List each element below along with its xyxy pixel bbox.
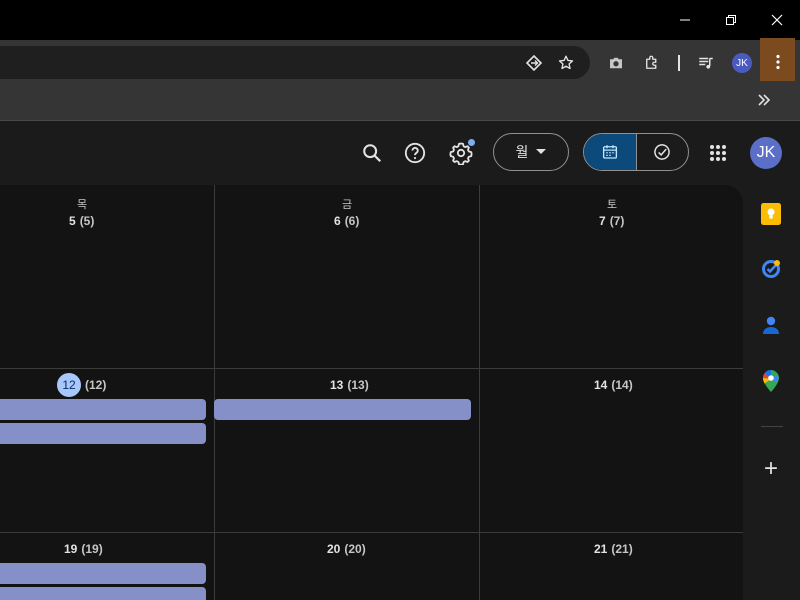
row-divider [0,368,743,369]
bookmarks-bar [0,81,800,121]
day-number: 13 [330,378,344,392]
camera-icon [610,57,622,69]
profile-initials: JK [736,57,748,69]
day-number: 20 [327,542,341,556]
address-bar[interactable] [0,46,590,79]
weekday-header: 토 [606,199,618,211]
maps-icon [763,370,779,392]
day-number: 19 [64,542,78,556]
playlist-music-icon [699,57,713,69]
lunar-date: (12) [85,378,107,392]
profile-avatar-button[interactable]: JK [732,53,752,73]
extensions-button[interactable] [640,52,664,74]
lunar-date: (21) [611,542,633,556]
toolbar-divider [678,55,680,71]
calendar-view-toggle[interactable] [584,134,636,170]
chevron-double-right-icon [758,94,771,106]
day-cell-date[interactable]: 5 (5) [69,214,94,228]
day-number: 14 [594,378,608,392]
settings-button[interactable] [441,133,481,173]
minimize-button[interactable] [662,0,708,40]
google-apps-button[interactable] [698,133,738,173]
more-vertical-icon [775,54,780,70]
search-icon [363,144,382,163]
account-initials: JK [756,144,776,161]
event-chip[interactable] [214,399,471,420]
side-panel-divider [761,426,783,427]
window-title-bar [0,0,800,40]
caret-down-icon [536,149,547,154]
event-chip[interactable] [0,399,206,420]
search-button[interactable] [352,133,392,173]
apps-grid-icon [710,145,726,161]
day-number: 6 [334,214,341,228]
today-day-number: 12 [57,373,81,397]
restore-button[interactable] [708,0,754,40]
day-cell-date[interactable]: 13 (13) [330,378,369,392]
column-divider [479,185,480,600]
day-cell-date[interactable]: 21 (21) [594,542,633,556]
weekday-header: 금 [341,199,353,211]
event-chip[interactable] [0,563,206,584]
star-icon [558,55,574,70]
view-selector[interactable]: 월 [493,133,569,171]
lunar-date: (20) [344,542,366,556]
keep-icon [761,203,781,225]
day-number: 21 [594,542,608,556]
tasks-app-button[interactable] [757,255,785,283]
bookmark-star-button[interactable] [554,52,578,74]
browser-menu-button[interactable] [760,38,795,86]
lunar-date: (7) [609,214,625,228]
column-divider [214,185,215,600]
row-divider [0,532,743,533]
weekday-header: 목 [76,199,88,211]
day-number: 5 [69,214,76,228]
tasks-view-toggle[interactable] [636,134,688,170]
plus-icon: + [763,455,778,482]
help-button[interactable] [395,133,435,173]
close-window-button[interactable] [754,0,800,40]
day-number: 7 [599,214,606,228]
diamond-arrows-icon [525,54,543,72]
lunar-date: (13) [347,378,369,392]
close-icon [771,14,783,26]
screenshot-button[interactable] [604,52,628,74]
event-chip[interactable] [0,587,206,600]
media-controls-button[interactable] [694,52,718,74]
tasks-icon [762,260,780,278]
contacts-app-button[interactable] [757,311,785,339]
day-cell-date[interactable]: 7 (7) [599,214,624,228]
event-chip[interactable] [0,423,206,444]
day-cell-date-today[interactable]: 12 (12) [57,373,106,397]
lunar-date: (6) [344,214,360,228]
day-cell-date[interactable]: 20 (20) [327,542,366,556]
maps-app-button[interactable] [757,367,785,395]
help-icon [404,142,426,164]
settings-notification-dot [468,139,475,146]
calendar-tasks-toggle [583,133,689,171]
add-app-button[interactable]: + [757,455,785,483]
check-circle-icon [654,144,671,160]
minimize-icon [680,19,690,21]
contacts-icon [763,316,779,334]
day-cell-date[interactable]: 19 (19) [64,542,103,556]
puzzle-icon [646,55,657,69]
calendar-icon [602,145,617,159]
day-cell-date[interactable]: 6 (6) [334,214,359,228]
lunar-date: (14) [611,378,633,392]
month-grid: 목 금 토 5 (5) 6 (6) 7 (7) 12 (12) 13 (13) 14 (14… [0,185,743,600]
lunar-date: (19) [81,542,103,556]
bookmarks-overflow-button[interactable] [752,90,776,110]
lunar-date: (5) [79,214,95,228]
day-cell-date[interactable]: 14 (14) [594,378,633,392]
restore-icon [726,15,736,25]
account-avatar[interactable]: JK [750,137,782,169]
view-selector-label: 월 [515,144,529,160]
page-action-button[interactable] [522,52,546,74]
keep-app-button[interactable] [757,200,785,228]
